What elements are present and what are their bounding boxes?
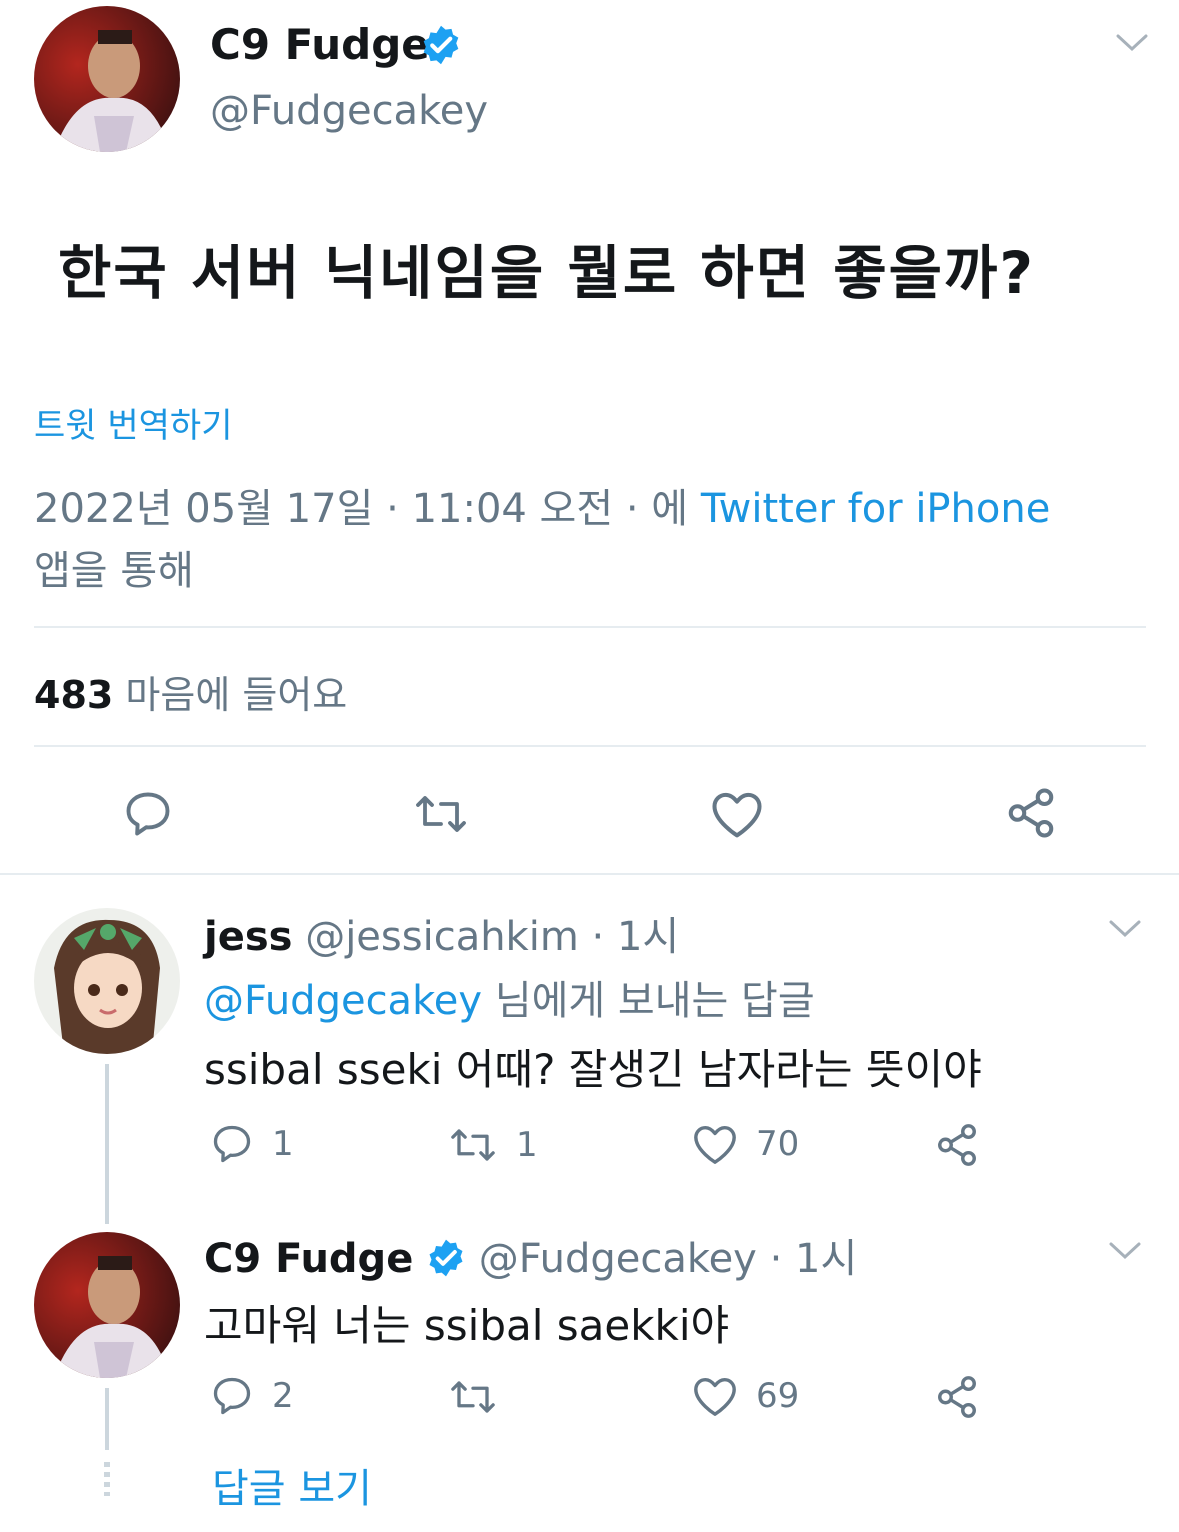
chevron-down-icon[interactable] — [1115, 32, 1149, 58]
avatar-photo — [34, 1232, 180, 1378]
avatar-illustration — [34, 908, 180, 1054]
reply-header: jess @jessicahkim · 1시 — [204, 904, 679, 962]
reply-count: 2 — [272, 1376, 294, 1416]
thread-line — [105, 1064, 109, 1224]
retweet-count: 1 — [516, 1125, 538, 1165]
reply-to-line: @Fudgecakey 님에게 보내는 답글 — [204, 968, 815, 1026]
reply-time: · 1시 — [769, 1236, 858, 1282]
reply-action[interactable]: 1 — [210, 1122, 294, 1166]
reply-avatar[interactable] — [34, 908, 180, 1054]
retweet-icon[interactable] — [412, 790, 470, 838]
reply-count: 1 — [272, 1124, 294, 1164]
chevron-down-icon[interactable] — [1108, 1240, 1142, 1266]
like-heart-icon — [694, 1125, 736, 1164]
like-action[interactable]: 70 — [692, 1122, 799, 1166]
likes-label: 마음에 들어요 — [125, 673, 348, 717]
reply-to-suffix: 님에게 보내는 답글 — [494, 978, 815, 1024]
reply-author-handle[interactable]: @jessicahkim — [305, 914, 579, 960]
verified-badge-icon — [420, 24, 462, 70]
reply-header: C9 Fudge @Fudgecakey · 1시 — [204, 1226, 857, 1288]
translate-tweet-link[interactable]: 트윗 번역하기 — [34, 398, 233, 447]
author-name[interactable]: C9 Fudge — [210, 20, 430, 69]
retweet-action[interactable]: 1 — [448, 1124, 538, 1166]
likes-stat[interactable]: 483 마음에 들어요 — [34, 664, 347, 719]
reply-avatar[interactable] — [34, 1232, 180, 1378]
show-replies-link[interactable]: 답글 보기 — [212, 1456, 372, 1514]
verified-badge-icon — [426, 1238, 466, 1288]
reply-author-name[interactable]: C9 Fudge — [204, 1236, 413, 1282]
reply-icon — [213, 1377, 251, 1415]
share-icon[interactable] — [934, 1374, 980, 1420]
reply-author-handle[interactable]: @Fudgecakey — [479, 1236, 757, 1282]
reply-time: · 1시 — [591, 914, 680, 960]
share-icon[interactable] — [1004, 786, 1058, 840]
thread-line — [105, 1388, 109, 1450]
chevron-down-icon[interactable] — [1108, 918, 1142, 944]
likes-count: 483 — [34, 673, 114, 717]
retweet-icon — [451, 1129, 495, 1161]
retweet-action[interactable] — [448, 1376, 516, 1418]
like-count: 69 — [756, 1376, 800, 1416]
author-handle[interactable]: @Fudgecakey — [210, 88, 488, 134]
reply-text: ssibal sseki 어때? 잘생긴 남자라는 뜻이야 — [204, 1045, 982, 1094]
reply-icon[interactable] — [122, 788, 174, 840]
source-app-link[interactable]: Twitter for iPhone — [701, 486, 1051, 532]
reply-icon — [213, 1125, 251, 1163]
retweet-icon — [451, 1381, 495, 1413]
reply-to-handle[interactable]: @Fudgecakey — [204, 978, 482, 1024]
avatar-photo — [34, 6, 180, 152]
section-divider — [0, 873, 1179, 875]
like-heart-icon[interactable] — [710, 788, 764, 840]
divider — [34, 745, 1146, 747]
thread-dots — [104, 1462, 110, 1496]
share-icon[interactable] — [934, 1122, 980, 1168]
tweet-timestamp: 2022년 05월 17일 · 11:04 오전 · 에 — [34, 486, 689, 532]
tweet-meta: 2022년 05월 17일 · 11:04 오전 · 에 Twitter for… — [34, 478, 1144, 602]
tweet-text: 한국 서버 닉네임을 뭘로 하면 좋을까? — [58, 239, 1036, 307]
like-count: 70 — [756, 1124, 800, 1164]
like-heart-icon — [694, 1377, 736, 1416]
reply-text: 고마워 너는 ssibal saekki야 — [204, 1301, 730, 1350]
source-suffix: 앱을 통해 — [34, 548, 194, 594]
like-action[interactable]: 69 — [692, 1374, 799, 1418]
author-avatar[interactable] — [34, 6, 180, 152]
reply-author-name[interactable]: jess — [204, 914, 292, 960]
reply-action[interactable]: 2 — [210, 1374, 294, 1418]
divider — [34, 626, 1146, 628]
